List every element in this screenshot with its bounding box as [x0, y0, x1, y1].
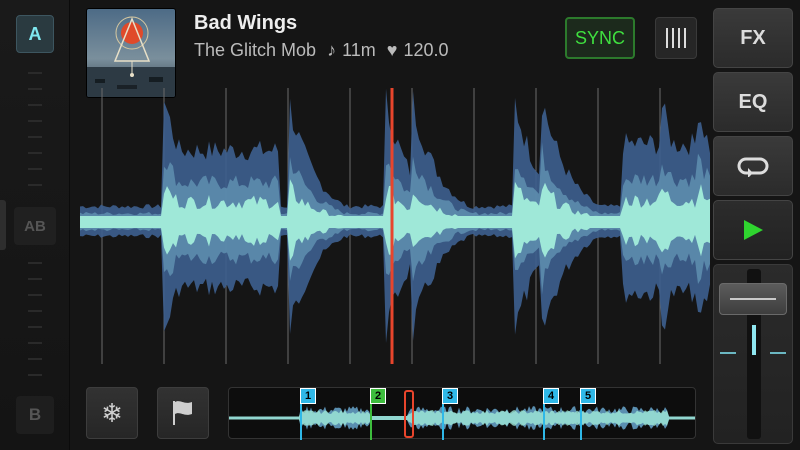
deck-ab-button[interactable]: AB — [14, 207, 56, 245]
crossfader-line — [28, 278, 42, 280]
track-duration: 11m — [342, 40, 376, 60]
deck-a-button[interactable]: A — [16, 15, 54, 53]
overview-waveform — [229, 406, 695, 430]
cue-point-1[interactable]: 1 — [300, 388, 316, 404]
album-cover[interactable] — [86, 8, 176, 98]
crossfader-line — [28, 310, 42, 312]
tempo-fader-handle[interactable] — [719, 283, 787, 315]
track-overview[interactable]: 1 2 3 4 5 — [228, 387, 696, 440]
overview-playhead[interactable] — [404, 390, 414, 438]
play-icon — [744, 220, 763, 240]
loop-icon — [737, 157, 769, 177]
snowflake-icon: ❄ — [101, 397, 123, 428]
loop-button[interactable] — [713, 136, 793, 196]
beatgrid-icon — [666, 28, 686, 48]
crossfader-handle[interactable] — [0, 200, 6, 250]
cue-line-5 — [580, 404, 582, 440]
fx-button[interactable]: FX — [713, 8, 793, 68]
crossfader-line — [28, 120, 42, 122]
settings-button[interactable]: ❄ — [86, 387, 138, 439]
cue-flag-button[interactable] — [157, 387, 209, 439]
tempo-fader[interactable] — [713, 264, 793, 444]
deck-selector-strip: A AB B — [0, 0, 70, 450]
track-title: Bad Wings — [194, 12, 298, 34]
heartbeat-icon: ♥ — [386, 40, 398, 60]
crossfader-line — [28, 326, 42, 328]
album-cover-art — [87, 9, 175, 97]
crossfader-line — [28, 342, 42, 344]
cue-point-5[interactable]: 5 — [580, 388, 596, 404]
eq-button[interactable]: EQ — [713, 72, 793, 132]
crossfader-line — [28, 136, 42, 138]
tempo-center-mark — [720, 352, 736, 354]
cue-line-1 — [300, 404, 302, 440]
tempo-center-mark — [770, 352, 786, 354]
crossfader-line — [28, 374, 42, 376]
beatgrid-button[interactable] — [655, 17, 697, 59]
flag-icon — [173, 401, 192, 425]
cue-line-3 — [442, 404, 444, 440]
crossfader-line — [28, 262, 42, 264]
cue-line-2 — [370, 404, 372, 440]
crossfader-line — [28, 168, 42, 170]
waveform-display[interactable] — [80, 86, 710, 366]
deck-b-button[interactable]: B — [16, 396, 54, 434]
cue-point-3[interactable]: 3 — [442, 388, 458, 404]
crossfader-line — [28, 294, 42, 296]
cue-line-4 — [543, 404, 545, 440]
crossfader-line — [28, 152, 42, 154]
track-artist: The Glitch Mob — [194, 40, 317, 60]
cue-point-4[interactable]: 4 — [543, 388, 559, 404]
track-meta: The Glitch Mob ♪ 11m ♥ 120.0 — [194, 40, 455, 61]
crossfader-line — [28, 184, 42, 186]
crossfader-line — [28, 88, 42, 90]
tempo-center-indicator — [752, 325, 756, 355]
crossfader-line — [28, 72, 42, 74]
play-button[interactable] — [713, 200, 793, 260]
crossfader-line — [28, 104, 42, 106]
music-note-icon: ♪ — [327, 40, 337, 60]
cue-point-2[interactable]: 2 — [370, 388, 386, 404]
crossfader-line — [28, 358, 42, 360]
track-bpm: 120.0 — [403, 40, 449, 60]
sync-button[interactable]: SYNC — [565, 17, 635, 59]
